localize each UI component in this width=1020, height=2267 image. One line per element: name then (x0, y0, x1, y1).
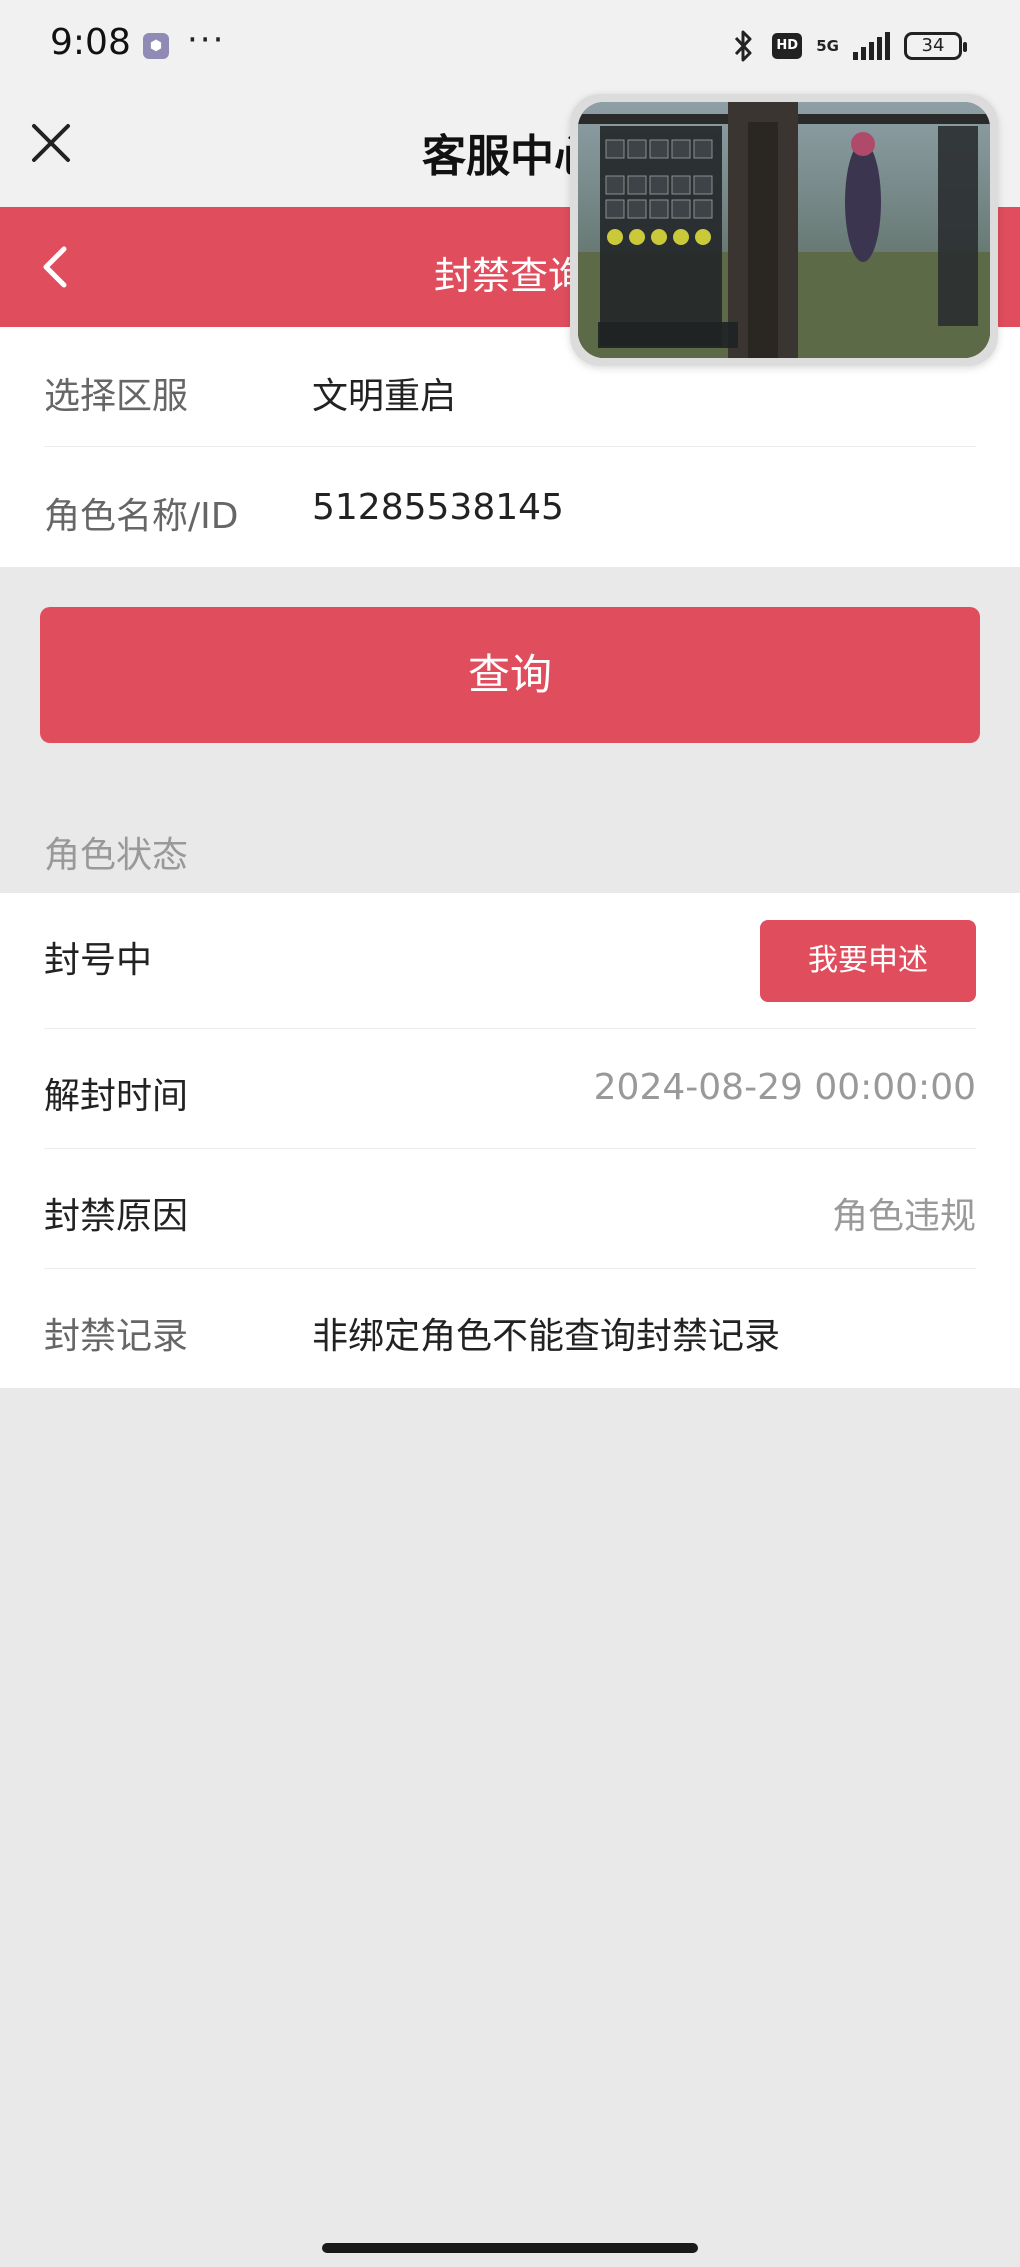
floating-video-window[interactable] (570, 94, 998, 366)
status-bar: 9:08 ⬢ ··· HD 5G 34 (0, 0, 1020, 92)
section-title: 角色状态 (44, 835, 189, 876)
ban-reason-label: 封禁原因 (44, 1196, 189, 1237)
signal-icon (853, 32, 890, 60)
appeal-button[interactable]: 我要申述 (760, 920, 976, 1002)
app-screen: 9:08 ⬢ ··· HD 5G 34 客服中心 封禁查询 选择区服 文明重启 … (0, 0, 1020, 2267)
role-status-card: 封号中 我要申述 解封时间 2024-08-29 00:00:00 封禁原因 角… (0, 893, 1020, 1388)
ban-record-row: 封禁记录 非绑定角色不能查询封禁记录 (0, 1269, 1020, 1388)
unban-time-value: 2024-08-29 00:00:00 (593, 1067, 976, 1108)
server-value[interactable]: 文明重启 (312, 367, 456, 419)
ban-record-label: 封禁记录 (44, 1316, 189, 1357)
ban-reason-value: 角色违规 (831, 1196, 976, 1237)
role-id-input[interactable]: 51285538145 (312, 487, 564, 528)
unban-time-label: 解封时间 (44, 1076, 189, 1117)
home-indicator[interactable] (322, 2243, 698, 2253)
game-video-thumbnail[interactable] (578, 102, 990, 358)
unban-time-row: 解封时间 2024-08-29 00:00:00 (0, 1029, 1020, 1149)
bluetooth-icon (735, 30, 752, 62)
app-notification-icon: ⬢ (143, 33, 169, 59)
ban-status: 封号中 (44, 940, 153, 981)
query-button[interactable]: 查询 (40, 607, 980, 743)
network-type: 5G (816, 37, 839, 55)
role-label: 角色名称/ID (44, 496, 239, 537)
server-label: 选择区服 (44, 376, 189, 417)
status-icons: HD 5G 34 (728, 26, 967, 66)
role-id-field[interactable]: 角色名称/ID 51285538145 (0, 447, 1020, 567)
status-time: 9:08 (50, 22, 131, 63)
ban-record-value: 非绑定角色不能查询封禁记录 (312, 1316, 781, 1357)
more-notifications-icon: ··· (187, 20, 226, 60)
ban-reason-row: 封禁原因 角色违规 (0, 1149, 1020, 1269)
hd-icon: HD (772, 33, 803, 59)
game-scene-image (578, 102, 990, 358)
battery-icon: 34 (904, 32, 967, 60)
ban-status-row: 封号中 我要申述 (0, 893, 1020, 1029)
